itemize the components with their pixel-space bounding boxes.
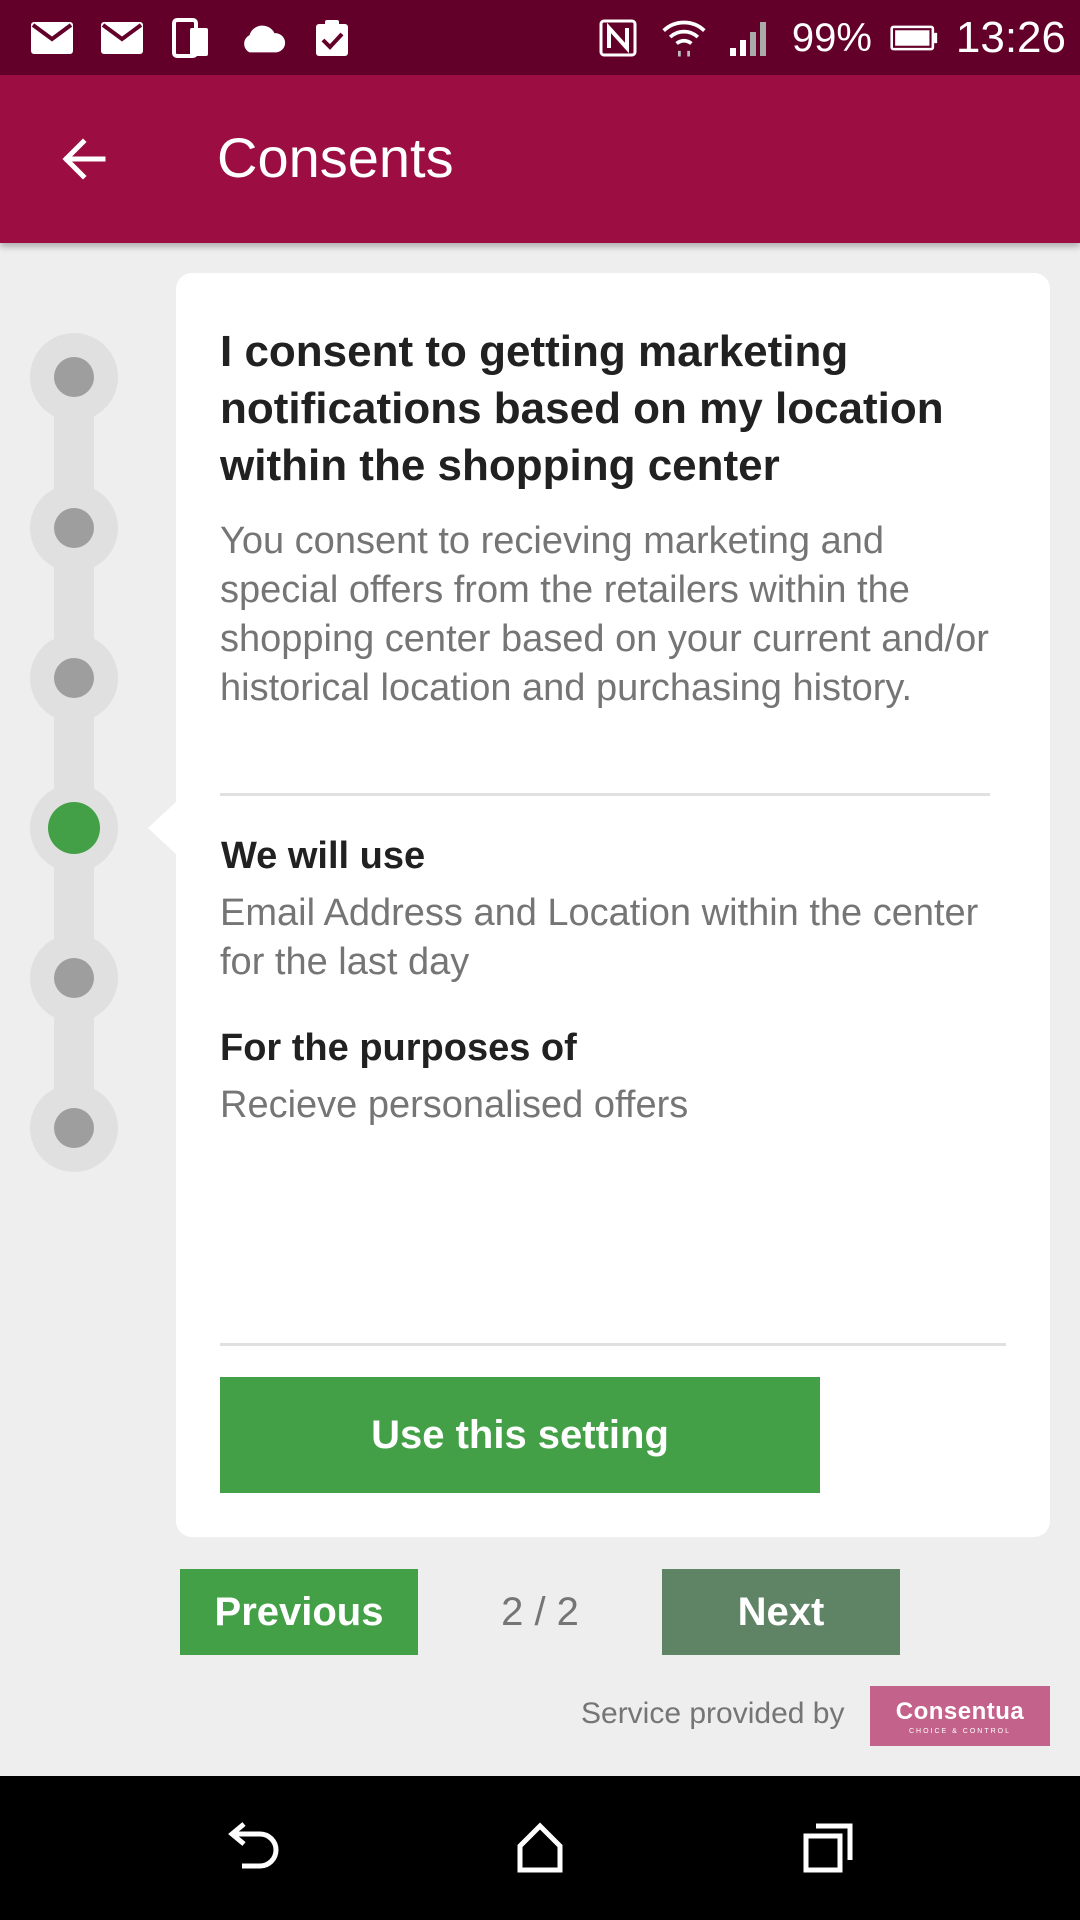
purposes-heading: For the purposes of — [220, 1027, 577, 1069]
we-will-use-heading: We will use — [221, 835, 426, 877]
mail-icon — [98, 18, 146, 58]
back-button[interactable] — [48, 123, 120, 195]
divider — [220, 793, 990, 796]
nfc-icon — [594, 18, 642, 58]
step-dot — [54, 357, 94, 397]
card-pointer — [148, 800, 178, 856]
step-dot-active — [48, 802, 100, 854]
battery-icon — [890, 18, 938, 58]
step-2[interactable] — [30, 484, 118, 572]
previous-button[interactable]: Previous — [180, 1569, 418, 1655]
notification-icons — [28, 18, 356, 58]
step-dot — [54, 958, 94, 998]
wifi-icon — [660, 18, 708, 58]
next-button[interactable]: Next — [662, 1569, 900, 1655]
nav-recents-button[interactable] — [786, 1806, 870, 1890]
nav-home-button[interactable] — [498, 1806, 582, 1890]
app-bar: Consents — [0, 75, 1080, 243]
system-icons: 99% 13:26 — [594, 10, 1066, 66]
purposes-text: Recieve personalised offers — [220, 1084, 689, 1126]
status-bar: 99% 13:26 — [0, 0, 1080, 75]
step-6[interactable] — [30, 1084, 118, 1172]
step-5[interactable] — [30, 934, 118, 1022]
signal-icon — [726, 18, 774, 58]
nav-back-icon — [228, 1822, 279, 1869]
consent-card: I consent to getting marketing notificat… — [176, 273, 1050, 1537]
step-dot — [54, 1108, 94, 1148]
arrow-back-icon — [62, 138, 106, 180]
we-will-use-text: Email Address and Location within the ce… — [220, 892, 979, 983]
use-this-setting-button[interactable]: Use this setting — [220, 1377, 820, 1493]
brand-name: Consentua — [895, 1697, 1025, 1725]
step-3[interactable] — [30, 634, 118, 722]
step-dot — [54, 508, 94, 548]
home-icon — [517, 1822, 563, 1873]
consent-description: You consent to recieving marketing and s… — [220, 520, 989, 709]
step-1[interactable] — [30, 333, 118, 421]
cloud-icon — [238, 18, 286, 58]
service-provided-text: Service provided by — [581, 1697, 845, 1730]
clock: 13:26 — [955, 13, 1066, 62]
nav-back-button[interactable] — [210, 1806, 294, 1890]
page-indicator: 2 / 2 — [501, 1590, 579, 1634]
system-nav-bar — [0, 1776, 1080, 1920]
clipboard-check-icon — [308, 18, 356, 58]
consent-title: I consent to getting marketing notificat… — [220, 327, 944, 490]
brand-tagline: CHOICE & CONTROL — [908, 1727, 1011, 1735]
consentua-logo[interactable]: Consentua CHOICE & CONTROL — [870, 1686, 1050, 1746]
recents-icon — [803, 1823, 853, 1873]
step-4-active[interactable] — [30, 784, 118, 872]
mail-icon — [28, 18, 76, 58]
phone-tablet-icon — [168, 18, 216, 58]
divider — [220, 1343, 1006, 1346]
page-title: Consents — [217, 126, 454, 189]
battery-percentage: 99% — [791, 15, 872, 60]
step-dot — [54, 658, 94, 698]
